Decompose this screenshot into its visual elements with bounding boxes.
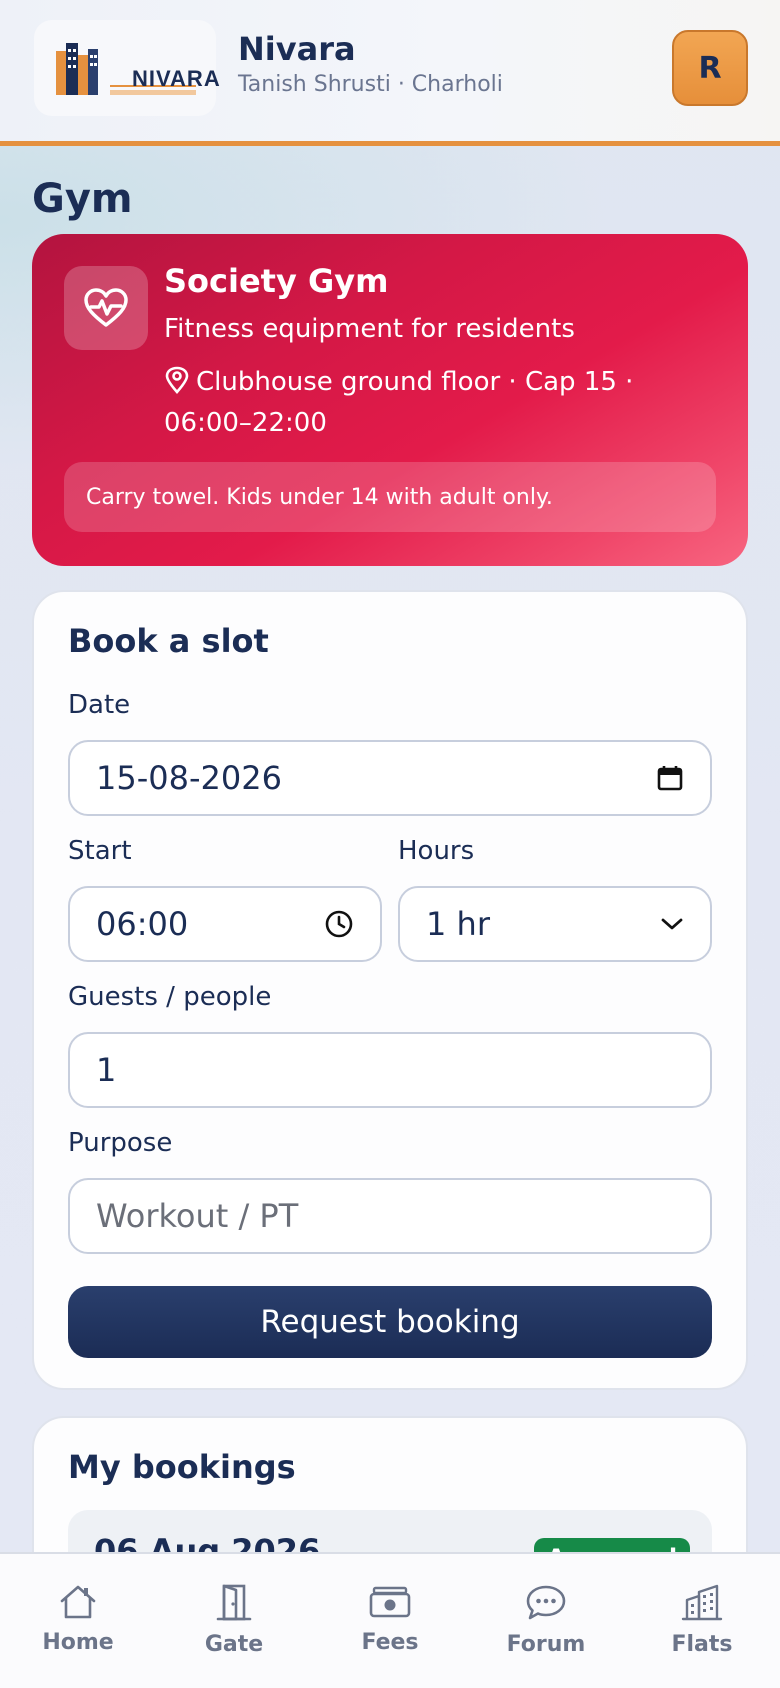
facility-rules-note: Carry towel. Kids under 14 with adult on… bbox=[64, 462, 716, 532]
app-header: NIVARA Nivara Tanish Shrusti · Charholi … bbox=[0, 0, 780, 146]
facility-name: Society Gym bbox=[164, 262, 389, 300]
nav-item-gate[interactable]: Gate bbox=[156, 1554, 312, 1688]
my-bookings-title: My bookings bbox=[68, 1448, 296, 1486]
guests-label: Guests / people bbox=[68, 982, 272, 1012]
nav-label-fees: Fees bbox=[361, 1630, 419, 1655]
chat-icon bbox=[526, 1585, 566, 1620]
nav-label-home: Home bbox=[42, 1630, 114, 1655]
calendar-icon[interactable] bbox=[656, 764, 684, 792]
purpose-placeholder: Workout / PT bbox=[96, 1197, 299, 1235]
date-value: 15-08-2026 bbox=[96, 759, 282, 797]
bottom-navigation: Home Gate Fees Forum Flats bbox=[0, 1552, 780, 1688]
date-label: Date bbox=[68, 690, 131, 720]
nav-item-home[interactable]: Home bbox=[0, 1554, 156, 1688]
start-label: Start bbox=[68, 836, 132, 866]
money-icon bbox=[369, 1586, 411, 1618]
guests-input[interactable]: 1 bbox=[68, 1032, 712, 1108]
start-time-value: 06:00 bbox=[96, 905, 189, 943]
hours-select[interactable]: 1 hr bbox=[398, 886, 712, 962]
facility-description: Fitness equipment for residents bbox=[164, 314, 575, 344]
facility-location-text: Clubhouse ground floor · Cap 15 · 06:00–… bbox=[164, 367, 634, 438]
purpose-label: Purpose bbox=[68, 1128, 173, 1158]
nav-label-flats: Flats bbox=[671, 1632, 733, 1657]
nav-label-gate: Gate bbox=[204, 1632, 264, 1657]
facility-hero-card: Society Gym Fitness equipment for reside… bbox=[32, 234, 748, 566]
hours-value: 1 hr bbox=[426, 905, 490, 943]
start-time-input[interactable]: 06:00 bbox=[68, 886, 382, 962]
guests-value: 1 bbox=[96, 1051, 117, 1089]
location-pin-icon bbox=[165, 366, 189, 394]
building-icon bbox=[681, 1584, 723, 1621]
society-subtitle: Tanish Shrusti · Charholi bbox=[238, 72, 503, 97]
user-avatar[interactable]: R bbox=[672, 30, 748, 106]
chevron-down-icon bbox=[661, 918, 683, 930]
nav-item-forum[interactable]: Forum bbox=[468, 1554, 624, 1688]
page-title: Gym bbox=[32, 176, 133, 222]
booking-form-card: Book a slot Date 15-08-2026 Start 06:00 … bbox=[32, 590, 748, 1390]
home-icon bbox=[60, 1585, 96, 1619]
nav-item-fees[interactable]: Fees bbox=[312, 1554, 468, 1688]
nav-item-flats[interactable]: Flats bbox=[624, 1554, 780, 1688]
nav-label-forum: Forum bbox=[506, 1632, 586, 1657]
heart-pulse-icon bbox=[64, 266, 148, 350]
request-booking-button[interactable]: Request booking bbox=[68, 1286, 712, 1358]
booking-form-title: Book a slot bbox=[68, 622, 269, 660]
door-icon bbox=[216, 1584, 252, 1621]
app-logo[interactable]: NIVARA bbox=[34, 20, 220, 116]
app-name: Nivara bbox=[238, 30, 356, 68]
date-input[interactable]: 15-08-2026 bbox=[68, 740, 712, 816]
logo-wordmark: NIVARA bbox=[132, 66, 221, 91]
purpose-input[interactable]: Workout / PT bbox=[68, 1178, 712, 1254]
clock-icon[interactable] bbox=[324, 909, 354, 939]
facility-location: Clubhouse ground floor · Cap 15 · 06:00–… bbox=[164, 362, 724, 444]
hours-label: Hours bbox=[398, 836, 475, 866]
